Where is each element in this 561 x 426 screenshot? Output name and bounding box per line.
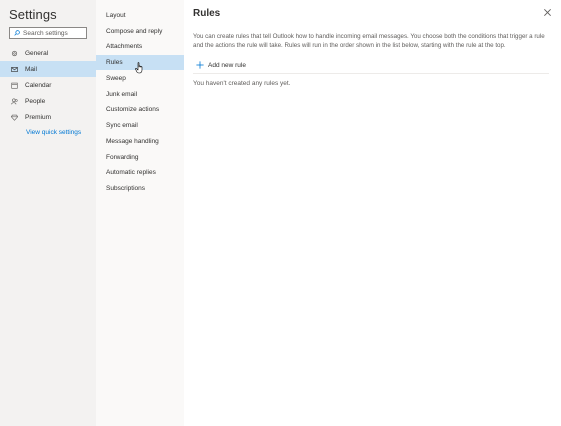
diamond-icon: [11, 114, 18, 121]
search-icon: [14, 30, 20, 36]
gear-icon: [11, 50, 18, 56]
page-title: Rules: [193, 8, 221, 19]
hand-cursor-icon: [135, 62, 143, 74]
nav-item-label: General: [25, 49, 49, 57]
nav-item-label: People: [25, 97, 46, 105]
mail-settings-item-sync-email[interactable]: Sync email: [96, 118, 184, 133]
rules-pane: Rules You can create rules that tell Out…: [184, 0, 561, 426]
mail-settings-item-forwarding[interactable]: Forwarding: [96, 150, 184, 165]
mail-settings-item-customize-actions[interactable]: Customize actions: [96, 102, 184, 117]
search-settings-input[interactable]: Search settings: [9, 27, 87, 39]
nav-item-calendar[interactable]: Calendar: [0, 77, 96, 93]
add-new-rule-button[interactable]: Add new rule: [196, 59, 246, 71]
plus-icon: [196, 61, 204, 69]
nav-item-people[interactable]: People: [0, 93, 96, 109]
add-new-rule-label: Add new rule: [208, 61, 246, 69]
nav-item-premium[interactable]: Premium: [0, 109, 96, 125]
settings-nav: Settings Search settings General Mail Ca…: [0, 0, 96, 426]
people-icon: [11, 98, 18, 104]
search-placeholder: Search settings: [23, 29, 68, 37]
mail-settings-item-junk-email[interactable]: Junk email: [96, 87, 184, 102]
mail-icon: [11, 66, 18, 72]
rules-description: You can create rules that tell Outlook h…: [193, 33, 545, 49]
mail-settings-item-subscriptions[interactable]: Subscriptions: [96, 181, 184, 196]
nav-item-label: Calendar: [25, 81, 52, 89]
mail-settings-item-message-handling[interactable]: Message handling: [96, 134, 184, 149]
calendar-icon: [11, 82, 18, 89]
close-icon[interactable]: [543, 8, 552, 17]
nav-item-mail[interactable]: Mail: [0, 61, 96, 77]
divider: [193, 73, 549, 74]
mail-settings-item-attachments[interactable]: Attachments: [96, 39, 184, 54]
nav-item-general[interactable]: General: [0, 45, 96, 61]
nav-item-label: Mail: [25, 65, 37, 73]
empty-rules-message: You haven't created any rules yet.: [193, 80, 291, 87]
mail-settings-item-layout[interactable]: Layout: [96, 8, 184, 23]
settings-title: Settings: [9, 7, 57, 22]
mail-settings-item-compose-and-reply[interactable]: Compose and reply: [96, 24, 184, 39]
nav-item-label: Premium: [25, 113, 52, 121]
mail-settings-item-automatic-replies[interactable]: Automatic replies: [96, 165, 184, 180]
view-quick-settings-link[interactable]: View quick settings: [26, 129, 81, 136]
